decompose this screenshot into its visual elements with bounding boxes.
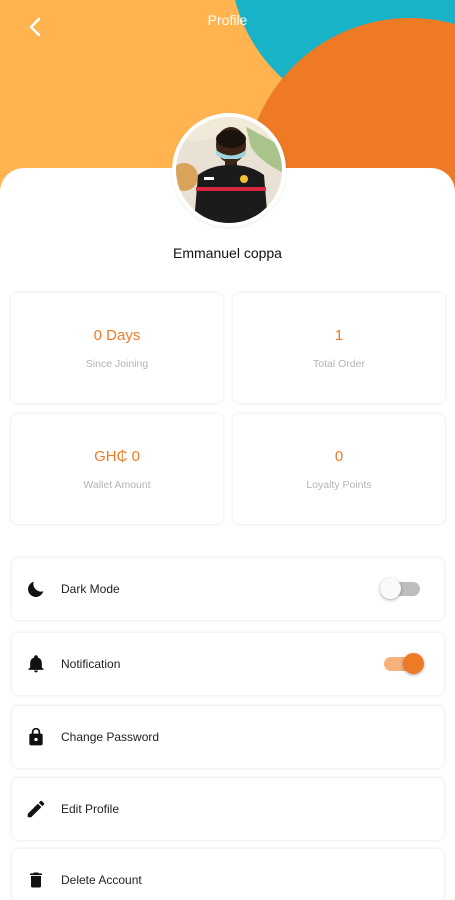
- profile-name: Emmanuel coppa: [173, 245, 282, 261]
- stat-label: Total Order: [313, 357, 365, 370]
- change-password-row[interactable]: Change Password: [12, 706, 444, 768]
- dark-mode-toggle[interactable]: [380, 578, 420, 599]
- pencil-icon: [25, 798, 47, 820]
- notification-label: Notification: [61, 657, 121, 671]
- stat-label: Wallet Amount: [83, 478, 151, 491]
- bell-icon: [25, 653, 47, 675]
- delete-account-label: Delete Account: [61, 873, 142, 887]
- stat-label: Since Joining: [85, 357, 149, 370]
- stat-value: 0 Days: [93, 326, 141, 344]
- change-password-label: Change Password: [61, 730, 160, 744]
- moon-icon: [25, 578, 47, 600]
- notification-toggle[interactable]: [384, 653, 424, 674]
- toggle-knob: [380, 578, 401, 599]
- trash-icon: [25, 869, 47, 891]
- stat-value: 0: [334, 447, 344, 465]
- lock-icon: [25, 726, 47, 748]
- stat-value: 1: [334, 326, 344, 344]
- stat-label: Loyalty Points: [306, 478, 372, 491]
- stat-card-loyalty-points: 0 Loyalty Points: [233, 414, 445, 524]
- stat-card-wallet-amount: GH₵ 0 Wallet Amount: [11, 414, 223, 524]
- edit-profile-row[interactable]: Edit Profile: [12, 778, 444, 840]
- stat-card-since-joining: 0 Days Since Joining: [11, 293, 223, 403]
- dark-mode-row[interactable]: Dark Mode: [12, 558, 444, 620]
- notification-row[interactable]: Notification: [12, 633, 444, 695]
- edit-profile-label: Edit Profile: [61, 802, 120, 816]
- toggle-knob: [403, 653, 424, 674]
- dark-mode-label: Dark Mode: [61, 582, 120, 596]
- stat-card-total-order: 1 Total Order: [233, 293, 445, 403]
- avatar-photo: [176, 117, 282, 223]
- avatar[interactable]: [172, 113, 286, 227]
- delete-account-row[interactable]: Delete Account: [12, 849, 444, 900]
- page-title: Profile: [207, 12, 248, 28]
- stat-value: GH₵ 0: [94, 447, 140, 465]
